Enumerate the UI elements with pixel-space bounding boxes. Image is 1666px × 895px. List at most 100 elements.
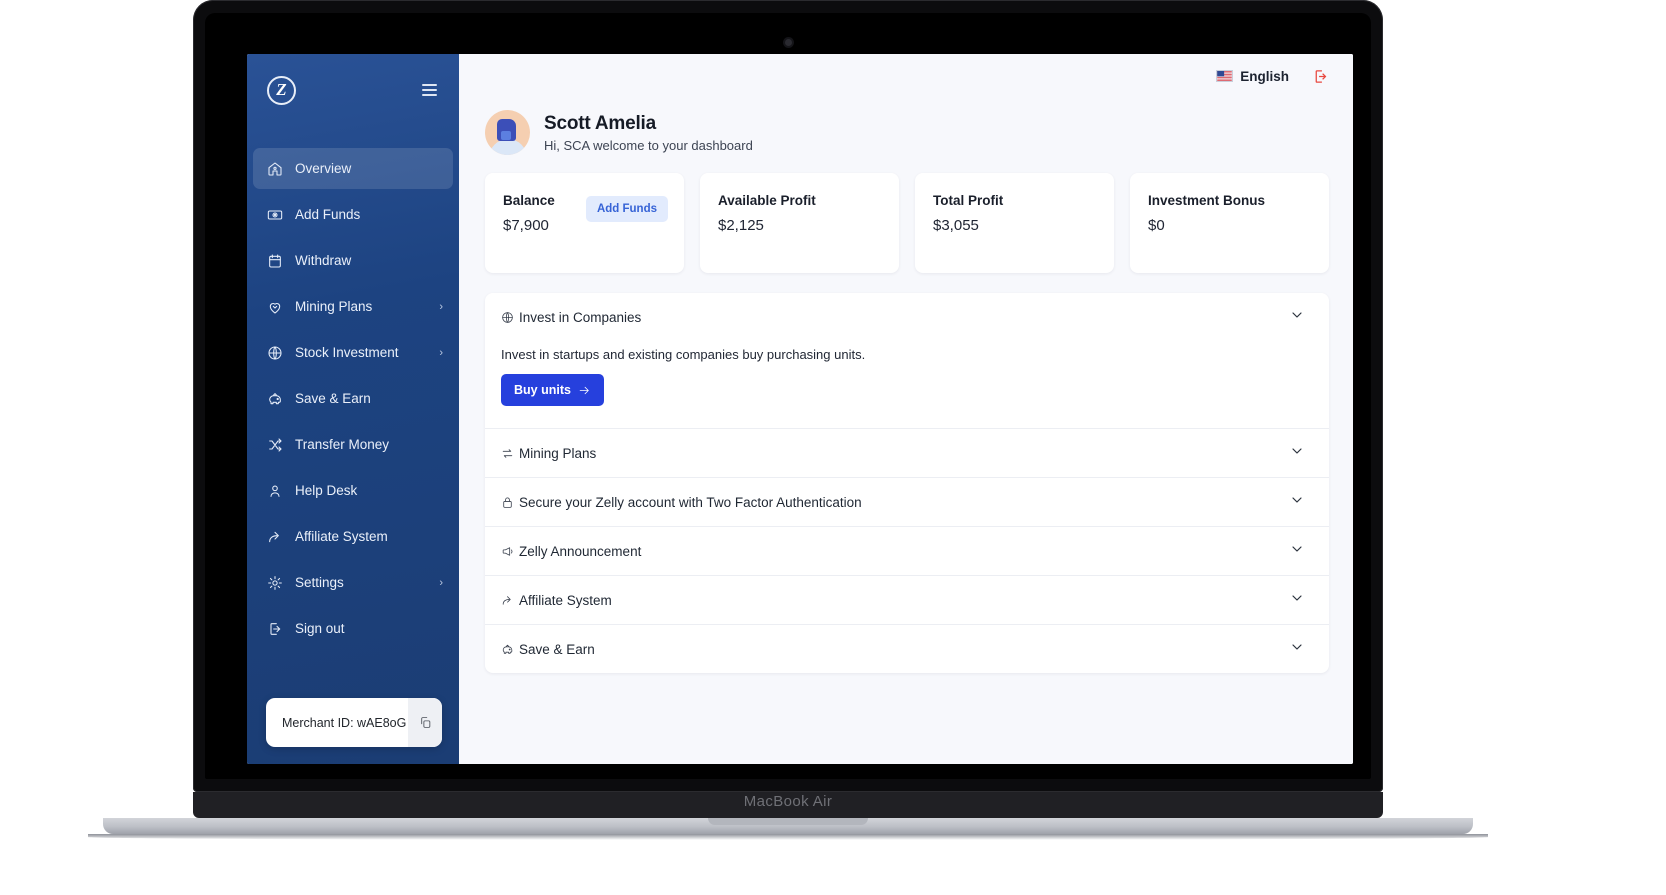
avatar-body <box>488 139 527 155</box>
accordion-header[interactable]: Mining Plans <box>485 429 1329 477</box>
merchant-id-card: Merchant ID: wAE8oG <box>266 698 442 747</box>
accordion-body: Invest in startups and existing companie… <box>485 341 1329 428</box>
accordion-title: Invest in Companies <box>519 309 642 325</box>
chevron-right-icon: › <box>439 346 443 359</box>
accordion-header[interactable]: Zelly Announcement <box>485 527 1329 575</box>
hamburger-bar <box>422 94 437 96</box>
accordion-panel: Save & Earn <box>485 625 1329 673</box>
accordion-panel: Secure your Zelly account with Two Facto… <box>485 478 1329 527</box>
sidebar-item-stock-investment[interactable]: Stock Investment › <box>247 332 459 373</box>
chevron-down-icon[interactable] <box>1289 492 1305 513</box>
chevron-down-icon[interactable] <box>1289 307 1305 328</box>
accordion-title-wrap: Secure your Zelly account with Two Facto… <box>501 495 1289 510</box>
sidebar-header: Z <box>247 54 459 126</box>
sidebar-item-save-earn[interactable]: Save & Earn <box>247 378 459 419</box>
add-funds-button[interactable]: Add Funds <box>585 196 668 222</box>
sidebar-item-label: Overview <box>295 161 352 176</box>
copy-icon[interactable] <box>408 698 442 747</box>
brand-logo-icon[interactable]: Z <box>267 75 296 105</box>
sidebar-item-label: Sign out <box>295 621 345 636</box>
accordion-list: Invest in Companies Invest in startups an… <box>485 293 1329 673</box>
sidebar-item-label: Affiliate System <box>295 529 388 544</box>
sidebar-item-sign-out[interactable]: Sign out <box>247 608 459 649</box>
chevron-down-icon[interactable] <box>1289 541 1305 562</box>
stat-card-balance: Balance $7,900 Add Funds <box>485 173 684 273</box>
sidebar-item-help-desk[interactable]: Help Desk <box>247 470 459 511</box>
screenshot-stage: Z Overview Add Funds Withdraw Mining Plans ›… <box>0 0 1666 895</box>
profile-text: Scott Amelia Hi, SCA welcome to your das… <box>544 113 753 153</box>
accordion-title: Mining Plans <box>519 445 597 461</box>
language-label: English <box>1240 68 1289 84</box>
accordion-header[interactable]: Save & Earn <box>485 625 1329 673</box>
home-icon <box>265 159 284 178</box>
shuffle-icon <box>265 435 284 454</box>
avatar <box>485 110 530 155</box>
sidebar-item-label: Help Desk <box>295 483 358 498</box>
sidebar-item-withdraw[interactable]: Withdraw <box>247 240 459 281</box>
chevron-down-icon[interactable] <box>1289 590 1305 611</box>
calendar-icon <box>265 251 284 270</box>
laptop-mockup: Z Overview Add Funds Withdraw Mining Plans ›… <box>88 0 1488 840</box>
lock-icon <box>501 496 514 509</box>
sidebar-item-label: Settings <box>295 575 344 590</box>
app-screen: Z Overview Add Funds Withdraw Mining Plans ›… <box>247 54 1353 764</box>
sidebar: Z Overview Add Funds Withdraw Mining Plans ›… <box>247 54 459 764</box>
main-area: English Scott Amelia Hi, SCA welcome to … <box>459 54 1353 764</box>
accordion-header[interactable]: Secure your Zelly account with Two Facto… <box>485 478 1329 526</box>
sidebar-item-affiliate-system[interactable]: Affiliate System <box>247 516 459 557</box>
buy-units-button[interactable]: Buy units <box>501 374 604 406</box>
globe-icon <box>265 343 284 362</box>
sidebar-item-add-funds[interactable]: Add Funds <box>247 194 459 235</box>
accordion-title: Secure your Zelly account with Two Facto… <box>519 494 862 510</box>
sidebar-item-settings[interactable]: Settings › <box>247 562 459 603</box>
laptop-shadow <box>88 834 1488 840</box>
language-selector[interactable]: English <box>1216 69 1289 84</box>
signout-icon <box>265 619 284 638</box>
laptop-screen-inner: Z Overview Add Funds Withdraw Mining Plans ›… <box>205 13 1371 779</box>
stat-card-title: Available Profit <box>718 193 816 208</box>
stat-card-value: $0 <box>1148 217 1165 234</box>
laptop-bezel: Z Overview Add Funds Withdraw Mining Plans ›… <box>193 0 1383 792</box>
us-flag-icon <box>1216 70 1234 82</box>
sidebar-item-transfer-money[interactable]: Transfer Money <box>247 424 459 465</box>
globe-icon <box>501 311 514 324</box>
page-content: Scott Amelia Hi, SCA welcome to your das… <box>459 98 1353 764</box>
sidebar-item-label: Withdraw <box>295 253 352 268</box>
arrow-right-icon <box>578 384 591 397</box>
stat-card-available-profit: Available Profit $2,125 <box>700 173 899 273</box>
accordion-header[interactable]: Invest in Companies <box>485 293 1329 341</box>
profile-header: Scott Amelia Hi, SCA welcome to your das… <box>485 98 1329 173</box>
webcam-icon <box>784 39 792 46</box>
accordion-title-wrap: Invest in Companies <box>501 310 1289 325</box>
buy-units-label: Buy units <box>514 383 571 397</box>
accordion-title-wrap: Zelly Announcement <box>501 544 1289 559</box>
accordion-title: Zelly Announcement <box>519 543 642 559</box>
laptop-base-notch <box>708 818 868 825</box>
logout-icon[interactable] <box>1312 68 1329 85</box>
stat-card-investment-bonus: Investment Bonus $0 <box>1130 173 1329 273</box>
accordion-header[interactable]: Affiliate System <box>485 576 1329 624</box>
chevron-right-icon: › <box>439 576 443 589</box>
sidebar-item-label: Mining Plans <box>295 299 373 314</box>
welcome-message: Hi, SCA welcome to your dashboard <box>544 137 753 153</box>
sidebar-item-label: Stock Investment <box>295 345 399 360</box>
brand-logo-letter: Z <box>276 79 287 99</box>
piggy-icon <box>265 389 284 408</box>
sidebar-item-label: Save & Earn <box>295 391 371 406</box>
chevron-right-icon: › <box>439 300 443 313</box>
accordion-panel: Zelly Announcement <box>485 527 1329 576</box>
sidebar-item-label: Transfer Money <box>295 437 390 452</box>
accordion-title-wrap: Affiliate System <box>501 593 1289 608</box>
accordion-panel: Invest in Companies Invest in startups an… <box>485 293 1329 429</box>
hamburger-icon[interactable] <box>422 84 437 96</box>
stat-card-value: $3,055 <box>933 217 979 234</box>
merchant-card-inner: Merchant ID: wAE8oG <box>266 698 442 747</box>
top-bar: English <box>459 54 1353 98</box>
sidebar-item-overview[interactable]: Overview <box>253 148 453 189</box>
device-label: MacBook Air <box>743 793 833 810</box>
sidebar-item-mining-plans[interactable]: Mining Plans › <box>247 286 459 327</box>
accordion-title-wrap: Save & Earn <box>501 642 1289 657</box>
chevron-down-icon[interactable] <box>1289 639 1305 660</box>
accordion-title: Save & Earn <box>519 641 595 657</box>
chevron-down-icon[interactable] <box>1289 443 1305 464</box>
